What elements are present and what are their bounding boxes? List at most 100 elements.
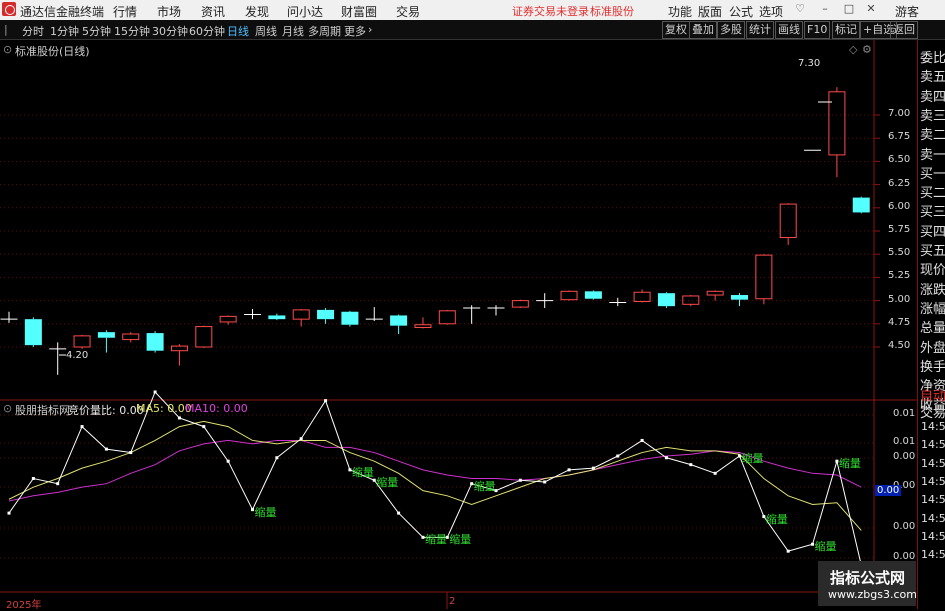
y-tick-label: 5.25: [888, 270, 911, 282]
guest-label[interactable]: 游客: [895, 3, 919, 20]
candle-body: [317, 309, 335, 320]
menu-gongneng[interactable]: 功能: [668, 3, 692, 20]
menu-zixun[interactable]: 资讯: [201, 3, 225, 20]
candle-body: [268, 315, 286, 320]
more-chevron-icon[interactable]: ›: [368, 23, 372, 36]
btn-huaxian[interactable]: 画线: [775, 21, 803, 39]
candle-body: [219, 315, 237, 323]
candle-body: [706, 290, 724, 296]
watermark-url: www.zbgs3.com: [828, 588, 917, 601]
quote-field-label: 买一: [920, 166, 945, 182]
quote-side-panel: 委比 卖五 卖四 卖三 卖二 卖一 买一 买二 买三 买四 买五 现价 涨跌 涨幅 总量 外盘 换手 净资 收益 自动…: [917, 40, 945, 609]
quote-field-label: 卖二: [920, 128, 945, 144]
ma10-value: MA10: 0.00: [185, 402, 248, 415]
maximize-icon[interactable]: □: [842, 2, 856, 16]
menu-caifuquan[interactable]: 财富圈: [341, 3, 377, 20]
btn-diejia[interactable]: 叠加: [689, 21, 717, 39]
diamond-icon: ◇: [849, 43, 858, 56]
candle-body: [97, 332, 115, 338]
watermark-title: 指标公式网: [830, 569, 906, 587]
y-tick-label: 5.50: [888, 247, 911, 259]
app-logo-icon: [2, 2, 16, 16]
menu-shichang[interactable]: 市场: [157, 3, 181, 20]
stock-name-red: 标准股份: [590, 5, 634, 18]
ratio-point: [518, 478, 522, 482]
btn-fanhui[interactable]: 返回: [890, 21, 918, 39]
candlestick-series: [0, 87, 870, 375]
indicator-value: 竞价量比: 0.00: [68, 404, 144, 417]
period-60min[interactable]: 60分钟: [189, 23, 225, 39]
message-icon[interactable]: ♡: [793, 2, 807, 16]
ratio-point: [56, 482, 60, 486]
period-daily[interactable]: 日线: [227, 23, 249, 39]
toolbar-handle-icon: |: [4, 23, 8, 36]
close-icon[interactable]: ✕: [864, 2, 878, 16]
sub-y-tick-label: 0.01: [893, 436, 916, 447]
login-status[interactable]: 证券交易未登录: [512, 3, 589, 19]
suoliang-tag: 缩量: [741, 452, 764, 465]
sub-chart-settings-icon[interactable]: ⊙: [3, 402, 12, 415]
ratio-point: [31, 477, 35, 480]
menu-wenxiaoda[interactable]: 问小达: [287, 3, 323, 20]
suoliang-tag: 缩量: [449, 533, 472, 547]
menu-gongshi[interactable]: 公式: [729, 3, 753, 20]
menu-hangqing[interactable]: 行情: [113, 3, 137, 20]
quote-field-label: 外盘: [920, 340, 945, 356]
title-bar: 通达信金融终端 行情 市场 资讯 发现 问小达 财富圈 交易 证券交易未登录 标…: [0, 0, 945, 20]
y-tick-label: 6.25: [888, 177, 911, 189]
tick-time: 14:56: [921, 493, 945, 507]
btn-fuquan[interactable]: 复权: [662, 21, 690, 39]
btn-f10[interactable]: F10: [804, 21, 831, 39]
menu-jiaoyi[interactable]: 交易: [396, 3, 420, 20]
period-multi[interactable]: 多周期: [308, 23, 341, 39]
tick-time: 14:56: [921, 474, 945, 488]
btn-tongji[interactable]: 统计: [746, 21, 774, 39]
app-name: 通达信金融终端: [20, 5, 105, 19]
candle-body: [560, 290, 578, 301]
ratio-point: [543, 480, 547, 484]
ratio-point: [591, 466, 595, 470]
period-weekly[interactable]: 周线: [255, 23, 277, 39]
quote-field-label: 买四: [920, 224, 945, 240]
y-tick-label: 7.00: [888, 108, 911, 119]
chart-settings-icon[interactable]: ⊙: [3, 43, 12, 56]
period-5min[interactable]: 5分钟: [82, 23, 111, 39]
menu-banmian[interactable]: 版面: [698, 3, 722, 20]
period-15min[interactable]: 15分钟: [114, 23, 150, 39]
settings-icon[interactable]: ⚙: [862, 43, 872, 56]
sub-y-tick-label: 0.00: [893, 451, 916, 462]
suoliang-tag: 缩量: [838, 457, 861, 471]
candle-body: [122, 333, 140, 341]
period-monthly[interactable]: 月线: [282, 23, 304, 39]
suoliang-tag: 缩量: [376, 476, 399, 490]
period-1min[interactable]: 1分钟: [50, 23, 79, 39]
btn-biaoji[interactable]: 标记: [832, 21, 860, 39]
minimize-icon[interactable]: –: [818, 2, 832, 16]
candle-body: [584, 291, 602, 299]
tick-time: 14:56: [921, 438, 945, 452]
period-more[interactable]: 更多: [344, 23, 366, 39]
chart-dropdown-icon[interactable]: ▾: [79, 43, 85, 56]
suoliang-tag: 缩量: [254, 505, 277, 519]
ratio-point: [689, 463, 693, 467]
period-30min[interactable]: 30分钟: [152, 23, 188, 39]
btn-duogu[interactable]: 多股: [717, 21, 745, 39]
candle-body: [146, 333, 164, 351]
candle-body: [341, 311, 359, 325]
quote-field-label: 委比: [920, 51, 945, 66]
ratio-point: [640, 438, 644, 442]
menu-xuanxiang[interactable]: 选项: [759, 3, 783, 20]
trade-label: 交易: [920, 406, 945, 421]
y-tick-label: 6.50: [888, 154, 911, 166]
watermark-badge: 指标公式网 www.zbgs3.com: [818, 561, 917, 606]
ratio-point: [664, 456, 668, 460]
period-fenshi[interactable]: 分时: [22, 23, 44, 39]
candle-body: [828, 91, 846, 156]
candle-body: [779, 203, 797, 238]
ratio-point: [153, 390, 157, 394]
period-toolbar: | 分时 1分钟 5分钟 15分钟 30分钟 60分钟 日线 周线 月线 多周期…: [0, 20, 945, 40]
menu-faxian[interactable]: 发现: [245, 3, 269, 20]
candle-body: [731, 295, 748, 300]
quote-field-label: 卖四: [920, 89, 945, 105]
quote-field-label: 买二: [920, 186, 945, 202]
